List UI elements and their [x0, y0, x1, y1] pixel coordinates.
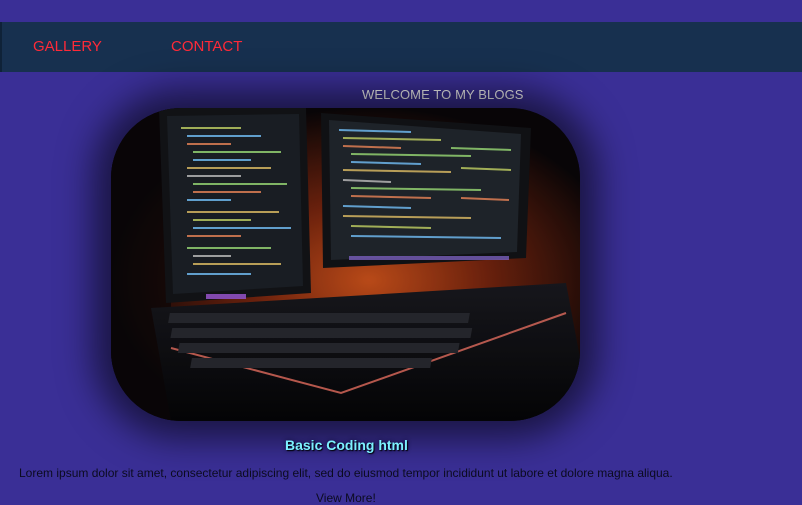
top-strip: [0, 0, 802, 22]
page-heading: WELCOME TO MY BLOGS: [362, 87, 524, 102]
post-title[interactable]: Basic Coding html: [285, 437, 408, 453]
navbar: GALLERY CONTACT: [0, 22, 802, 72]
hero-image: [111, 108, 580, 421]
post-excerpt: Lorem ipsum dolor sit amet, consectetur …: [19, 466, 673, 480]
coding-setup-photo: [111, 108, 580, 421]
nav-link-contact[interactable]: CONTACT: [171, 38, 242, 55]
nav-link-gallery[interactable]: GALLERY: [33, 38, 102, 55]
view-more-link[interactable]: View More!: [316, 491, 376, 505]
